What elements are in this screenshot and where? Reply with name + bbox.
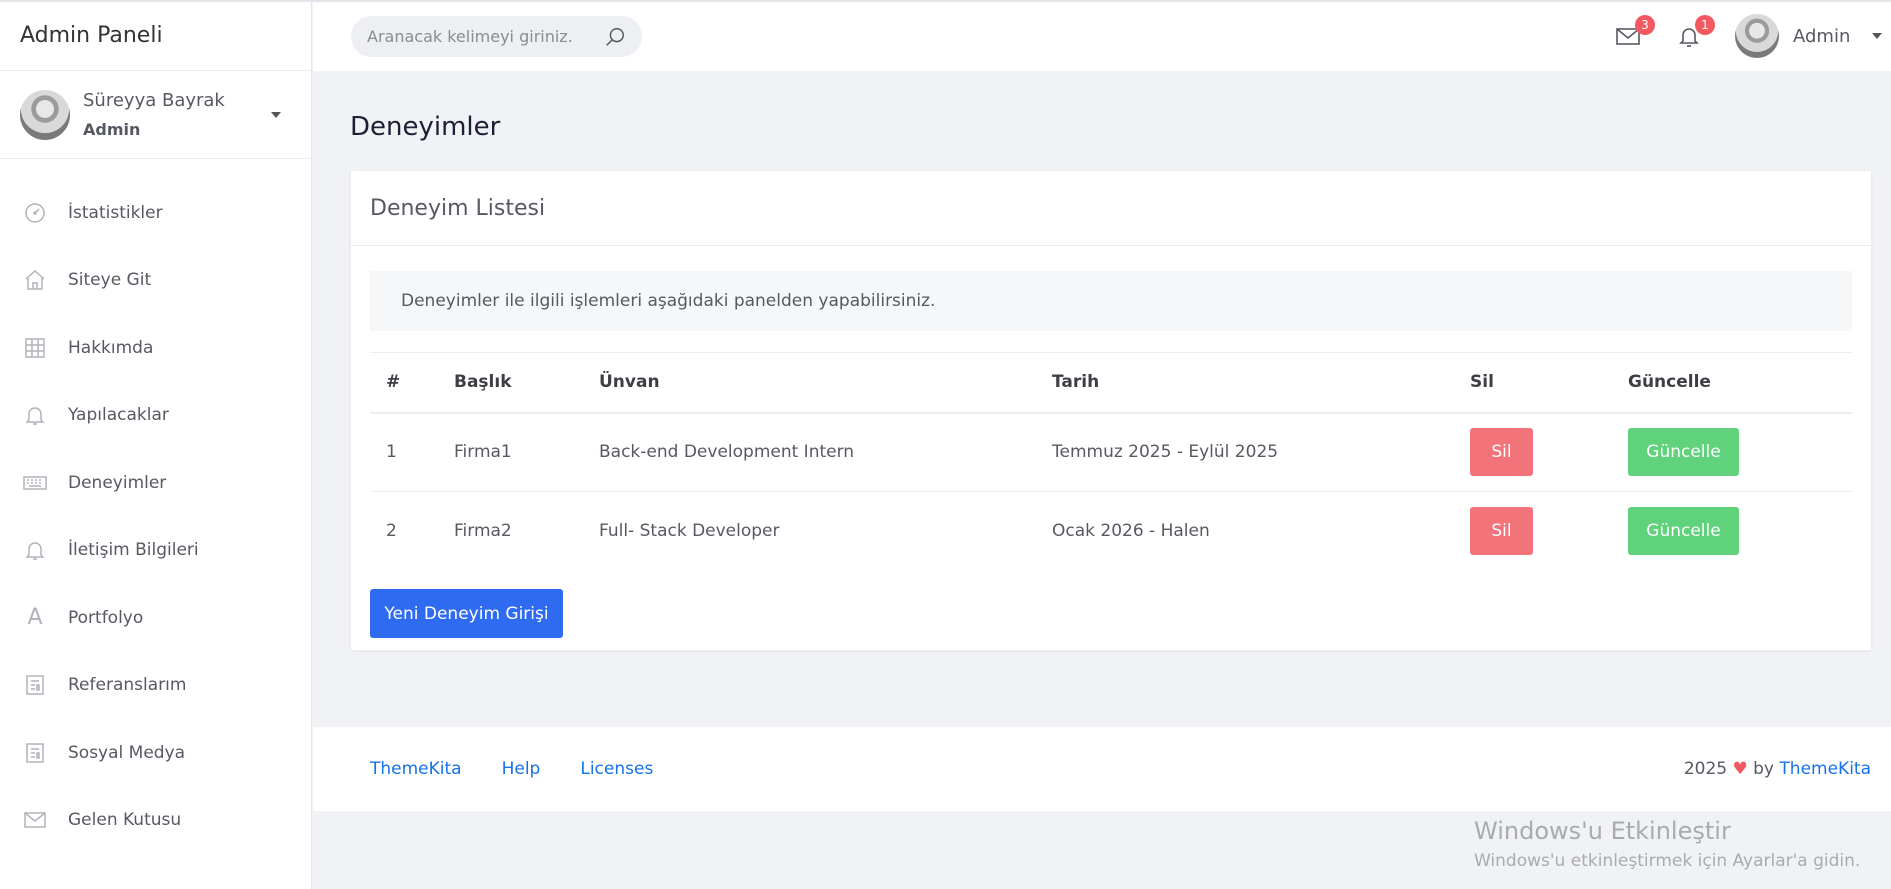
copyright-by: by (1753, 759, 1774, 779)
column-header-date: Tarih (1052, 372, 1100, 393)
header-user-menu[interactable]: Admin (1735, 14, 1883, 58)
chevron-down-icon (1872, 33, 1883, 39)
mail-notification[interactable]: 3 (1615, 15, 1655, 52)
footer: ThemeKita Help Licenses 2025 ♥ by ThemeK… (313, 727, 1891, 811)
page-title: Deneyimler (350, 112, 501, 142)
sidebar-item-gelen-kutusu[interactable]: Gelen Kutusu (0, 787, 311, 855)
sidebar-item-label: Gelen Kutusu (68, 810, 182, 831)
column-header-title: Başlık (454, 372, 512, 393)
sidebar-item-label: Referanslarım (68, 675, 187, 696)
header-user-name: Admin (1793, 25, 1851, 47)
top-border (0, 0, 1891, 2)
sidebar: Admin Paneli Süreyya Bayrak Admin İstati… (0, 0, 312, 889)
table-row: 2 Firma2 Full- Stack Developer Ocak 2026… (370, 492, 1852, 571)
copyright-year: 2025 (1683, 759, 1728, 779)
sidebar-item-deneyimler[interactable]: Deneyimler (0, 449, 311, 517)
font-a-icon: A (27, 605, 43, 631)
avatar (1735, 14, 1779, 58)
sidebar-item-label: Portfolyo (68, 607, 144, 628)
row-date: Temmuz 2025 - Eylül 2025 (1052, 442, 1279, 463)
bell-icon (22, 537, 48, 563)
sidebar-item-referanslarim[interactable]: Referanslarım (0, 652, 311, 720)
sidebar-item-label: Hakkımda (68, 337, 154, 358)
brand-title[interactable]: Admin Paneli (0, 0, 311, 71)
sidebar-item-istatistikler[interactable]: İstatistikler (0, 179, 311, 247)
column-header-position: Ünvan (599, 372, 660, 393)
top-header: 3 1 Admin (313, 0, 1891, 71)
sidebar-item-label: Deneyimler (68, 472, 167, 493)
row-position: Back-end Development Intern (599, 442, 855, 463)
search-icon[interactable] (604, 26, 626, 52)
sidebar-item-sosyal-medya[interactable]: Sosyal Medya (0, 719, 311, 787)
row-number: 1 (386, 442, 397, 463)
table-row: 1 Firma1 Back-end Development Intern Tem… (370, 413, 1852, 492)
bell-notification[interactable]: 1 (1677, 15, 1715, 52)
delete-button[interactable]: Sil (1470, 428, 1533, 477)
chevron-down-icon[interactable] (271, 112, 281, 118)
sidebar-item-label: İletişim Bilgileri (68, 540, 199, 561)
home-icon (22, 267, 48, 293)
row-title: Firma2 (454, 521, 512, 542)
dashboard-gauge-icon (22, 200, 48, 226)
watermark-title: Windows'u Etkinleştir (1474, 817, 1731, 845)
document-icon (22, 672, 48, 698)
notification-count-badge: 1 (1695, 15, 1715, 35)
keyboard-icon (22, 470, 48, 496)
info-alert: Deneyimler ile ilgili işlemleri aşağıdak… (370, 271, 1852, 331)
user-role: Admin (83, 120, 141, 139)
column-header-no: # (386, 372, 401, 393)
user-name: Süreyya Bayrak (83, 90, 225, 111)
card-title: Deneyim Listesi (351, 171, 1871, 246)
mail-count-badge: 3 (1635, 15, 1655, 35)
search-input[interactable] (367, 27, 587, 46)
sidebar-item-label: Sosyal Medya (68, 742, 186, 763)
sidebar-item-yapilacaklar[interactable]: Yapılacaklar (0, 382, 311, 450)
update-button[interactable]: Güncelle (1628, 507, 1739, 556)
delete-button[interactable]: Sil (1470, 507, 1533, 556)
footer-link-licenses[interactable]: Licenses (580, 759, 653, 779)
update-button[interactable]: Güncelle (1628, 428, 1739, 477)
experience-table: # Başlık Ünvan Tarih Sil Güncelle 1 Firm… (370, 352, 1852, 571)
footer-brand-link[interactable]: ThemeKita (1779, 759, 1871, 779)
sidebar-item-label: Siteye Git (68, 270, 152, 291)
row-date: Ocak 2026 - Halen (1052, 521, 1210, 542)
footer-link-themekita[interactable]: ThemeKita (370, 759, 462, 779)
windows-activation-watermark: Windows'u Etkinleştir Windows'u etkinleş… (1474, 817, 1860, 871)
grid-icon (22, 335, 48, 361)
watermark-subtitle: Windows'u etkinleştirmek için Ayarlar'a … (1474, 851, 1861, 871)
row-title: Firma1 (454, 442, 512, 463)
sidebar-item-iletisim-bilgileri[interactable]: İletişim Bilgileri (0, 517, 311, 585)
column-header-update: Güncelle (1628, 372, 1711, 393)
table-header-row: # Başlık Ünvan Tarih Sil Güncelle (370, 352, 1852, 413)
bell-icon (22, 402, 48, 428)
footer-link-help[interactable]: Help (502, 759, 541, 779)
sidebar-item-hakkimda[interactable]: Hakkımda (0, 314, 311, 382)
search-box (351, 16, 642, 57)
new-experience-button[interactable]: Yeni Deneyim Girişi (370, 589, 563, 638)
footer-copyright: 2025 ♥ by ThemeKita (1684, 759, 1871, 779)
sidebar-nav: İstatistikler Siteye Git Hakkımda Yapıla… (0, 159, 311, 854)
sidebar-item-label: İstatistikler (68, 202, 163, 223)
row-position: Full- Stack Developer (599, 521, 780, 542)
heart-icon: ♥ (1732, 759, 1748, 779)
sidebar-user-profile[interactable]: Süreyya Bayrak Admin (0, 71, 311, 159)
sidebar-item-siteye-git[interactable]: Siteye Git (0, 247, 311, 315)
avatar (20, 89, 70, 140)
sidebar-item-portfolyo[interactable]: A Portfolyo (0, 584, 311, 652)
envelope-icon (22, 807, 48, 833)
sidebar-item-label: Yapılacaklar (68, 405, 169, 426)
document-icon (22, 740, 48, 766)
column-header-delete: Sil (1470, 372, 1494, 393)
row-number: 2 (386, 521, 397, 542)
experience-card: Deneyim Listesi Deneyimler ile ilgili iş… (351, 171, 1871, 650)
